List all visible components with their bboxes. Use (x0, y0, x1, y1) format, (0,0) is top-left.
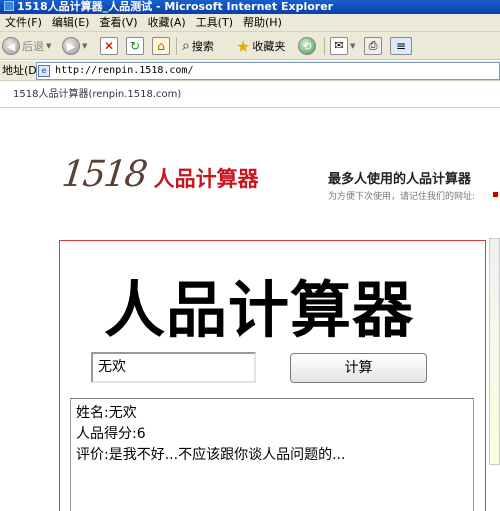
menu-bar: 文件(F) 编辑(E) 查看(V) 收藏(A) 工具(T) 帮助(H) (0, 14, 500, 32)
calculator-title: 人品计算器 (104, 275, 415, 346)
result-name: 姓名:无欢 (76, 405, 137, 421)
history-icon: ⟲ (298, 37, 316, 55)
back-button[interactable]: ◀ 后退 ▼ (2, 36, 51, 56)
site-logo[interactable]: 1518 人品计算器 (59, 154, 259, 195)
favorites-label: 收藏夹 (252, 40, 286, 53)
name-input[interactable]: 无欢 (91, 352, 256, 383)
search-button[interactable]: ⌕ 搜索 (182, 36, 214, 56)
url-text: http://renpin.1518.com/ (55, 65, 194, 76)
toolbar: ◀ 后退 ▼ ▶ ▼ ✕ ↻ ⌂ ⌕ 搜索 ★ 收藏夹 ⟲ ✉ ▼ ⎙ ≡ (0, 32, 500, 60)
mail-icon: ✉ (330, 37, 348, 55)
calculate-button[interactable]: 计算 (290, 353, 427, 383)
site-slogan: 最多人使用的人品计算器 (328, 172, 472, 187)
name-input-value: 无欢 (98, 359, 126, 375)
stop-button[interactable]: ✕ (100, 36, 118, 56)
logo-text: 人品计算器 (153, 167, 259, 191)
printer-icon: ⎙ (364, 37, 382, 55)
home-icon: ⌂ (152, 37, 170, 55)
page-icon: e (38, 65, 50, 77)
menu-file[interactable]: 文件(F) (0, 14, 47, 32)
search-icon: ⌕ (182, 38, 190, 54)
address-bar: 地址(D) http://renpin.1518.com/ e (0, 61, 500, 81)
menu-favorites[interactable]: 收藏(A) (143, 14, 191, 32)
forward-arrow-icon: ▶ (62, 37, 80, 55)
menu-edit[interactable]: 编辑(E) (47, 14, 95, 32)
menu-help[interactable]: 帮助(H) (238, 14, 287, 32)
stop-icon: ✕ (100, 37, 118, 55)
page-tab[interactable]: 1518人品计算器(renpin.1518.com) (0, 82, 500, 108)
edit-page-icon: ≡ (390, 37, 412, 55)
window-titlebar: 1518人品计算器_人品测试 - Microsoft Internet Expl… (0, 0, 500, 14)
result-box: 姓名:无欢 人品得分:6 评价:是我不好...不应该跟你谈人品问题的... (70, 398, 474, 511)
menu-tools[interactable]: 工具(T) (191, 14, 238, 32)
result-score: 人品得分:6 (76, 426, 146, 442)
address-input[interactable]: http://renpin.1518.com/ (36, 62, 500, 80)
window-title: 1518人品计算器_人品测试 - Microsoft Internet Expl… (17, 0, 334, 13)
forward-dropdown-icon: ▼ (82, 42, 88, 50)
back-label: 后退 (22, 40, 44, 53)
page-content: 1518 人品计算器 最多人使用的人品计算器 为方便下次使用，请记住我们的网址:… (0, 108, 500, 511)
mail-button[interactable]: ✉ ▼ (330, 36, 355, 56)
toolbar-separator (324, 37, 325, 55)
logo-number: 1518 (59, 154, 148, 195)
toolbar-separator (176, 37, 177, 55)
refresh-icon: ↻ (126, 37, 144, 55)
print-button[interactable]: ⎙ (364, 36, 382, 56)
back-arrow-icon: ◀ (2, 37, 20, 55)
search-label: 搜索 (191, 40, 214, 53)
home-button[interactable]: ⌂ (152, 36, 170, 56)
menu-view[interactable]: 查看(V) (94, 14, 142, 32)
star-icon: ★ (236, 36, 251, 56)
favorites-button[interactable]: ★ 收藏夹 (236, 36, 285, 56)
slogan-subtext: 为方便下次使用，请记住我们的网址: (328, 192, 476, 202)
red-marker (493, 192, 498, 197)
forward-button[interactable]: ▶ ▼ (62, 36, 87, 56)
mail-dropdown-icon: ▼ (350, 42, 356, 50)
page-tab-title: 1518人品计算器(renpin.1518.com) (13, 89, 182, 100)
ie-logo-icon (4, 1, 14, 11)
history-button[interactable]: ⟲ (298, 36, 316, 56)
refresh-button[interactable]: ↻ (126, 36, 144, 56)
back-dropdown-icon: ▼ (46, 42, 52, 50)
side-panel (489, 238, 500, 465)
edit-button[interactable]: ≡ (390, 36, 412, 56)
result-comment: 评价:是我不好...不应该跟你谈人品问题的... (76, 447, 346, 463)
